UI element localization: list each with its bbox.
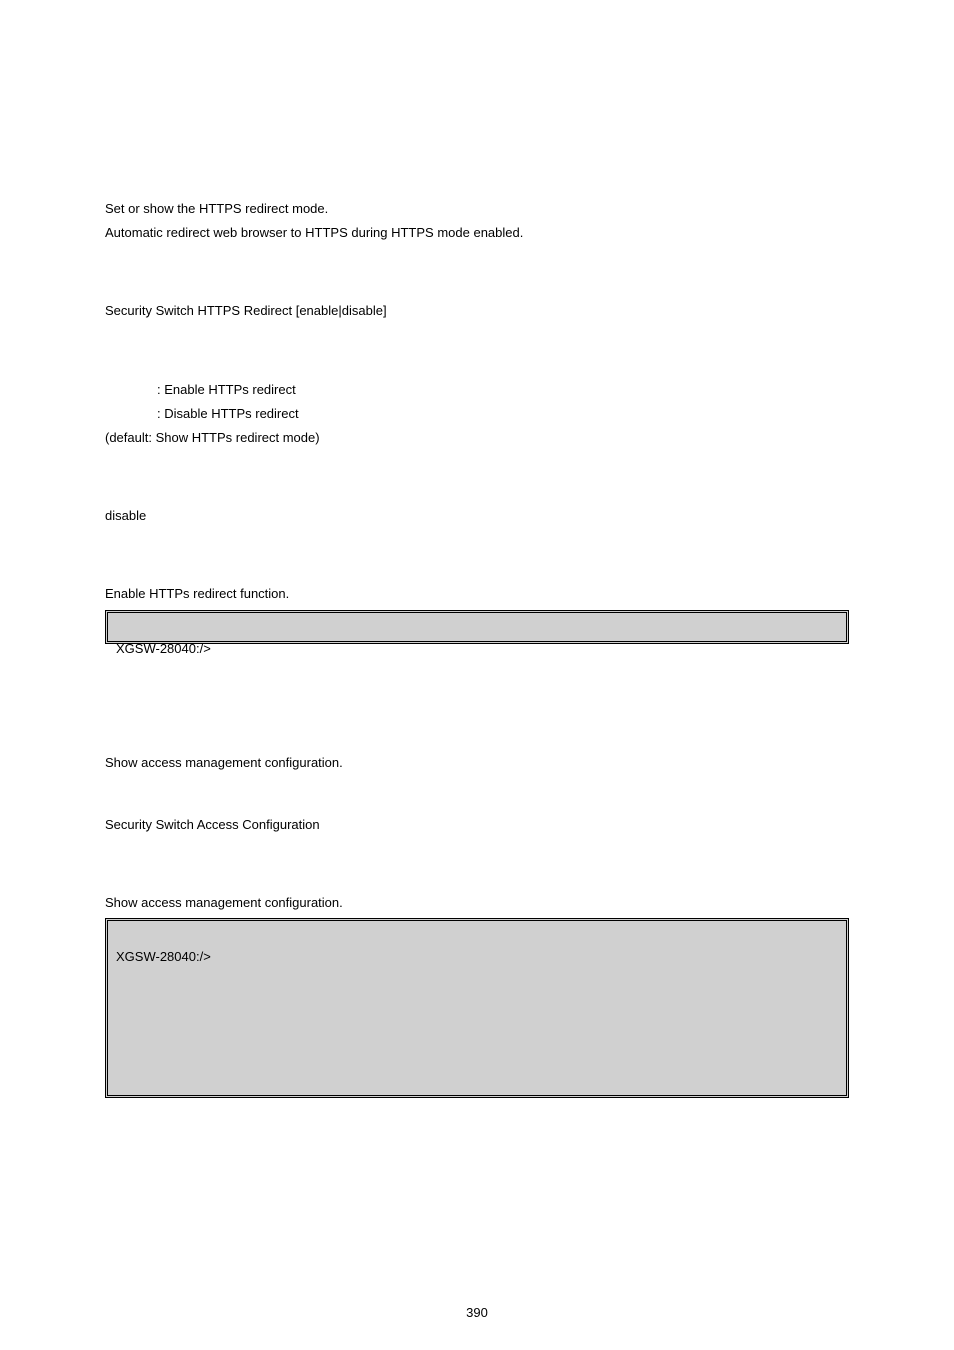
s2-desc: Show access management configuration. xyxy=(105,754,849,772)
gap xyxy=(105,335,849,381)
s1-param-disable: : Disable HTTPs redirect xyxy=(105,405,849,423)
gap xyxy=(105,256,849,302)
s1-param-default: (default: Show HTTPs redirect mode) xyxy=(105,429,849,447)
s2-example-terminal: XGSW-28040:/> xyxy=(105,918,849,1098)
s1-param-enable: : Enable HTTPs redirect xyxy=(105,381,849,399)
top-whitespace xyxy=(105,60,849,200)
gap-large xyxy=(105,644,849,754)
s1-default-setting: disable xyxy=(105,507,849,525)
s1-example-terminal: XGSW-28040:/> xyxy=(105,610,849,644)
s1-desc-2: Automatic redirect web browser to HTTPS … xyxy=(105,224,849,242)
s2-example-intro: Show access management configuration. xyxy=(105,894,849,912)
s1-syntax: Security Switch HTTPS Redirect [enable|d… xyxy=(105,302,849,320)
terminal-line: XGSW-28040:/> xyxy=(116,945,838,970)
page-number: 390 xyxy=(0,1304,954,1322)
s1-example-intro: Enable HTTPs redirect function. xyxy=(105,585,849,603)
page-container: Set or show the HTTPS redirect mode. Aut… xyxy=(0,0,954,1350)
gap xyxy=(105,786,849,816)
s2-syntax: Security Switch Access Configuration xyxy=(105,816,849,834)
gap xyxy=(105,848,849,894)
gap xyxy=(105,539,849,585)
s1-desc-1: Set or show the HTTPS redirect mode. xyxy=(105,200,849,218)
gap xyxy=(105,461,849,507)
